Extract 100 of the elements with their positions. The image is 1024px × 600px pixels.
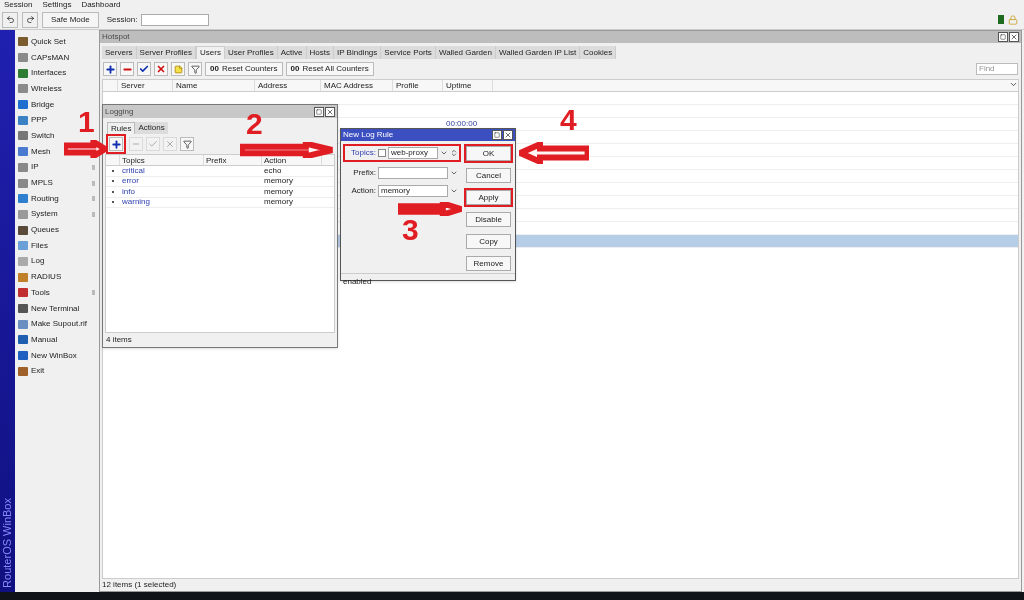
sidebar-item[interactable]: PPP [18, 114, 47, 127]
brand-label: RouterOS WinBox [0, 498, 15, 588]
restore-icon[interactable] [492, 130, 502, 140]
dialog-button[interactable]: Copy [466, 234, 511, 249]
undo-button[interactable] [2, 11, 18, 28]
tile-icon [18, 100, 28, 110]
column-header[interactable]: Profile [393, 80, 443, 91]
sidebar-item[interactable]: Tools [18, 286, 50, 299]
find-field[interactable]: Find [976, 63, 1018, 75]
sidebar-item[interactable]: CAPsMAN [18, 51, 70, 64]
sidebar-item[interactable]: MPLS [18, 177, 53, 190]
close-icon[interactable] [503, 130, 513, 140]
sidebar-item[interactable]: Queues [18, 224, 60, 237]
tile-icon [18, 272, 28, 282]
tab[interactable]: IP Bindings [333, 46, 382, 59]
column-header[interactable]: Topics [120, 155, 204, 165]
window-title: New Log Rule [343, 129, 394, 141]
menu-item[interactable]: Dashboard [81, 0, 121, 11]
sidebar-item[interactable]: Manual [18, 333, 58, 346]
field-label: Prefix: [352, 167, 376, 179]
dropdown-icon[interactable] [450, 187, 458, 195]
tile-icon [18, 178, 28, 188]
sidebar-item[interactable]: Make Supout.rif [18, 318, 88, 331]
lock-icon [1008, 14, 1018, 25]
column-header[interactable]: Uptime [443, 80, 493, 91]
column-header[interactable]: Address [255, 80, 321, 91]
sidebar-item[interactable]: IP [18, 161, 39, 174]
annotation-arrow [398, 202, 462, 216]
redo-button[interactable] [22, 11, 38, 28]
sidebar-item[interactable]: New WinBox [18, 349, 77, 362]
tab[interactable]: Rules [107, 122, 136, 134]
tab[interactable]: Server Profiles [136, 46, 197, 59]
safe-mode-button[interactable]: Safe Mode [42, 11, 99, 28]
filter-button[interactable] [180, 137, 194, 151]
window-title: Logging [105, 105, 134, 118]
tile-icon [18, 241, 28, 251]
filter-button[interactable] [188, 62, 202, 76]
tile-icon [18, 147, 28, 157]
sidebar-item[interactable]: Interfaces [18, 67, 67, 80]
sidebar-item[interactable]: Exit [18, 365, 45, 378]
field-label: Action: [350, 185, 376, 197]
tab[interactable]: Cookies [580, 46, 617, 59]
table-cell-text: info [121, 185, 136, 198]
tab[interactable]: Active [277, 46, 307, 59]
checkbox[interactable] [378, 149, 386, 157]
close-icon[interactable] [1009, 32, 1019, 42]
enable-button[interactable] [137, 62, 151, 76]
sidebar-item[interactable]: RADIUS [18, 271, 62, 284]
close-icon[interactable] [325, 106, 335, 117]
sidebar-item[interactable]: Bridge [18, 98, 55, 111]
reset-button[interactable]: 00 Reset Counters [205, 62, 283, 76]
up-down-icon[interactable] [450, 149, 458, 157]
tab[interactable]: Walled Garden [435, 46, 496, 59]
tab[interactable]: Walled Garden IP List [495, 46, 581, 59]
table-cell-text: memory [263, 196, 294, 209]
column-header[interactable]: Name [173, 80, 255, 91]
topics-select[interactable]: web-proxy [388, 147, 438, 159]
restore-icon[interactable] [314, 106, 324, 117]
tab[interactable]: Servers [102, 46, 137, 59]
sidebar-item[interactable]: Log [18, 255, 45, 268]
menu-item[interactable]: Session [4, 0, 33, 11]
sidebar-item[interactable]: Routing [18, 192, 59, 205]
tile-icon [18, 335, 28, 345]
dialog-button[interactable]: Disable [466, 212, 511, 227]
tile-icon [18, 162, 28, 172]
select-field[interactable] [378, 167, 448, 179]
sidebar-item[interactable]: Quick Set [18, 35, 66, 48]
select-field[interactable]: memory [378, 185, 448, 197]
sidebar-item[interactable]: Mesh [18, 145, 51, 158]
column-header[interactable]: MAC Address [321, 80, 393, 91]
sidebar-item[interactable]: Files [18, 239, 48, 252]
tab[interactable]: User Profiles [224, 46, 278, 59]
sidebar-item[interactable]: Wireless [18, 82, 62, 95]
column-menu-icon[interactable] [1009, 80, 1018, 89]
dialog-button[interactable]: Remove [466, 256, 511, 271]
sidebar-item[interactable]: Switch [18, 129, 55, 142]
tab[interactable]: Service Ports [381, 46, 436, 59]
reset-button[interactable]: 00 Reset All Counters [285, 62, 374, 76]
dialog-button[interactable]: Cancel [466, 168, 511, 183]
step-number: 4 [560, 104, 577, 136]
dropdown-icon[interactable] [440, 149, 448, 157]
menu-item[interactable]: Settings [42, 0, 72, 11]
sidebar-item[interactable]: System [18, 208, 58, 221]
remove-button[interactable] [120, 62, 134, 76]
counter-icon: 00 [210, 63, 219, 75]
tab[interactable]: Hosts [306, 46, 334, 59]
restore-icon[interactable] [998, 32, 1008, 42]
disable-button[interactable] [154, 62, 168, 76]
tab[interactable]: Actions [135, 122, 168, 134]
tab[interactable]: Users [196, 46, 225, 59]
redo-icon [25, 15, 35, 24]
add-button[interactable] [103, 62, 117, 76]
tile-icon [18, 366, 28, 376]
dialog-button[interactable]: OK [466, 146, 511, 161]
column-header[interactable]: Server [118, 80, 173, 91]
sidebar-item[interactable]: New Terminal [18, 302, 80, 315]
dropdown-icon[interactable] [450, 169, 458, 177]
step-number: 3 [402, 214, 419, 246]
dialog-button[interactable]: Apply [466, 190, 511, 205]
session-field[interactable] [141, 13, 210, 26]
